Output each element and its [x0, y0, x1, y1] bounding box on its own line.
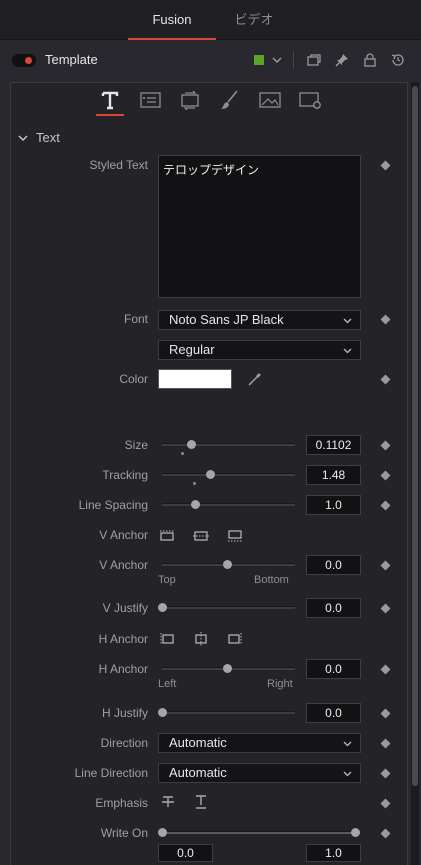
write-on-range-slider[interactable] — [162, 831, 357, 834]
text-icon — [101, 91, 119, 110]
anchor-left-icon[interactable] — [158, 632, 176, 646]
default-value-marker — [193, 482, 196, 485]
direction-select[interactable]: Automatic — [158, 733, 361, 753]
v-justify-slider[interactable] — [162, 606, 295, 609]
direction-select-value: Automatic — [169, 735, 227, 750]
line-spacing-slider[interactable] — [162, 503, 295, 506]
line-spacing-slider-handle[interactable] — [191, 500, 200, 509]
font-select-value: Noto Sans JP Black — [169, 312, 284, 327]
panel-tab-bar: Fusion ビデオ — [0, 0, 421, 40]
anchor-right-icon[interactable] — [226, 632, 244, 646]
anchor-center-icon[interactable] — [192, 632, 210, 646]
h-justify-slider-handle[interactable] — [158, 708, 167, 717]
chevron-down-icon[interactable] — [18, 133, 28, 143]
v-anchor-min-label: Top — [158, 574, 176, 586]
size-label: Size — [124, 438, 148, 452]
eyedropper-icon[interactable] — [246, 370, 264, 388]
tool-header: Template — [0, 41, 421, 81]
chevron-down-icon — [343, 318, 352, 324]
emphasis-label: Emphasis — [95, 796, 148, 810]
layout-icon — [140, 92, 161, 108]
styled-text-input[interactable]: テロップデザイン — [158, 155, 361, 298]
tab-image[interactable] — [256, 86, 284, 116]
transform-icon — [181, 90, 199, 111]
direction-label: Direction — [100, 736, 148, 750]
h-anchor-min-label: Left — [158, 678, 177, 690]
h-anchor-buttons-label: H Anchor — [98, 632, 148, 646]
tracking-slider[interactable] — [162, 473, 295, 476]
h-anchor-input[interactable]: 0.0 — [306, 659, 361, 679]
tab-fusion[interactable]: Fusion — [128, 0, 216, 40]
chevron-down-icon — [343, 771, 352, 777]
anchor-top-icon[interactable] — [158, 529, 176, 543]
write-on-end-input[interactable]: 1.0 — [306, 844, 361, 862]
color-swatch[interactable] — [158, 369, 232, 389]
v-anchor-slider-handle[interactable] — [223, 560, 232, 569]
anchor-middle-icon[interactable] — [192, 529, 210, 543]
v-anchor-label: V Anchor — [99, 558, 148, 572]
h-anchor-slider-handle[interactable] — [223, 664, 232, 673]
tracking-label: Tracking — [102, 468, 148, 482]
underline-icon[interactable] — [193, 795, 209, 809]
lock-icon[interactable] — [361, 51, 379, 69]
v-anchor-input[interactable]: 0.0 — [306, 555, 361, 575]
write-on-end-handle[interactable] — [351, 828, 360, 837]
write-on-label: Write On — [100, 826, 148, 840]
image-icon — [259, 92, 281, 108]
tab-transform[interactable] — [176, 86, 204, 116]
chevron-down-icon — [343, 741, 352, 747]
section-title-text[interactable]: Text — [36, 130, 60, 145]
font-select[interactable]: Noto Sans JP Black — [158, 310, 361, 330]
color-label: Color — [119, 372, 148, 386]
v-anchor-buttons-label: V Anchor — [99, 528, 148, 542]
h-anchor-max-label: Right — [267, 678, 293, 690]
scrollbar-thumb[interactable] — [412, 86, 418, 786]
anchor-bottom-icon[interactable] — [226, 529, 244, 543]
write-on-start-handle[interactable] — [158, 828, 167, 837]
reset-icon[interactable] — [389, 51, 407, 69]
v-justify-slider-handle[interactable] — [158, 603, 167, 612]
pin-icon[interactable] — [333, 51, 351, 69]
tracking-slider-handle[interactable] — [206, 470, 215, 479]
write-on-start-input[interactable]: 0.0 — [158, 844, 213, 862]
brush-icon — [221, 90, 238, 109]
styled-text-label: Styled Text — [89, 158, 148, 172]
header-divider — [293, 51, 294, 69]
h-justify-slider[interactable] — [162, 711, 295, 714]
size-slider[interactable] — [162, 443, 295, 446]
settings-icon — [299, 92, 321, 109]
chevron-down-icon — [343, 348, 352, 354]
node-color-swatch[interactable] — [254, 55, 264, 65]
line-spacing-label: Line Spacing — [78, 498, 148, 512]
h-justify-input[interactable]: 0.0 — [306, 703, 361, 723]
tab-shading[interactable] — [216, 86, 244, 116]
v-justify-input[interactable]: 0.0 — [306, 598, 361, 618]
font-style-value: Regular — [169, 342, 215, 357]
line-direction-select[interactable]: Automatic — [158, 763, 361, 783]
h-justify-label: H Justify — [101, 706, 148, 720]
default-value-marker — [181, 452, 184, 455]
font-label: Font — [123, 312, 148, 326]
strikethrough-icon[interactable] — [160, 795, 176, 809]
tab-video[interactable]: ビデオ — [216, 0, 292, 40]
line-spacing-input[interactable]: 1.0 — [306, 495, 361, 515]
tab-layout[interactable] — [136, 86, 164, 116]
line-direction-label: Line Direction — [74, 766, 148, 780]
tool-enable-toggle[interactable] — [12, 54, 36, 67]
tab-text[interactable] — [96, 86, 124, 116]
tool-name: Template — [45, 52, 98, 67]
versions-icon[interactable] — [305, 51, 323, 69]
line-direction-select-value: Automatic — [169, 765, 227, 780]
h-anchor-label: H Anchor — [98, 662, 148, 676]
v-justify-label: V Justify — [102, 601, 148, 615]
v-anchor-max-label: Bottom — [254, 574, 289, 586]
size-input[interactable]: 0.1102 — [306, 435, 361, 455]
tab-settings[interactable] — [296, 86, 324, 116]
font-style-select[interactable]: Regular — [158, 340, 361, 360]
chevron-down-icon[interactable] — [268, 51, 286, 69]
size-slider-handle[interactable] — [187, 440, 196, 449]
tracking-input[interactable]: 1.48 — [306, 465, 361, 485]
